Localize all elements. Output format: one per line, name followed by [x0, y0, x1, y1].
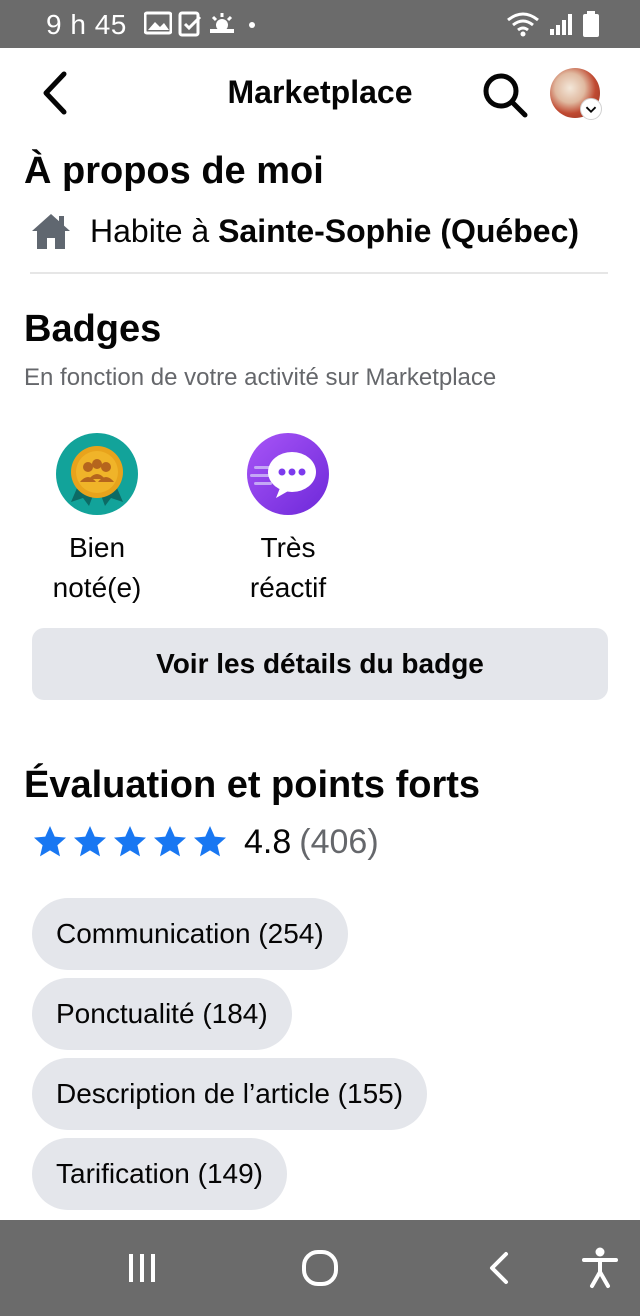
accessibility-icon[interactable] — [576, 1244, 624, 1292]
badge-details-button[interactable]: Voir les détails du badge — [32, 628, 608, 700]
recent-apps-icon[interactable] — [118, 1244, 166, 1292]
navigation-bar — [0, 1220, 640, 1316]
check-icon — [178, 11, 202, 37]
lives-in-prefix: Habite à — [90, 212, 219, 249]
badges-subtitle: En fonction de votre activité sur Market… — [24, 364, 497, 391]
nav-back-icon[interactable] — [476, 1244, 524, 1292]
home-circle-icon[interactable] — [296, 1244, 344, 1292]
dot-icon — [249, 22, 255, 28]
badge-label-line1: Bien — [68, 532, 126, 563]
strength-chip[interactable]: Description de l’article (155) — [32, 1058, 428, 1130]
wifi-icon — [507, 12, 539, 37]
status-icons-left — [144, 11, 262, 37]
weather-icon — [210, 13, 234, 33]
star-icon — [194, 826, 226, 857]
divider — [30, 272, 608, 274]
badge-label-line2: réactif — [249, 572, 327, 603]
strength-chip[interactable]: Communication (254) — [32, 898, 348, 970]
highly-rated-badge-icon — [56, 433, 138, 515]
star-icon — [154, 826, 186, 857]
status-time: 9 h 45 — [46, 9, 127, 40]
house-icon — [32, 214, 70, 249]
badge-very-responsive[interactable]: Très réactif — [203, 432, 373, 608]
status-bar: 9 h 45 — [0, 0, 640, 48]
search-icon[interactable] — [480, 70, 530, 120]
star-icon — [74, 826, 106, 857]
strength-chip[interactable]: Ponctualité (184) — [32, 978, 292, 1050]
rating-value: 4.8 — [244, 822, 292, 861]
signal-icon — [550, 14, 572, 35]
rating-row: 4.8 (406) — [32, 820, 379, 864]
star-icon — [34, 826, 66, 857]
status-icons-right — [506, 10, 600, 38]
badge-highly-rated[interactable]: Bien noté(e) — [12, 432, 182, 608]
star-icon — [114, 826, 146, 857]
page-title-text: Marketplace — [227, 74, 413, 110]
lives-in-row: Habite à Sainte-Sophie (Québec) — [30, 208, 579, 254]
rating-count: (406) — [299, 822, 379, 861]
about-heading: À propos de moi — [24, 150, 324, 192]
city-name: Sainte-Sophie (Québec) — [218, 212, 580, 249]
chevron-down-icon[interactable] — [580, 98, 602, 120]
badge-label-line1: Très — [260, 532, 316, 563]
badges-heading: Badges — [24, 308, 162, 350]
very-responsive-badge-icon — [247, 433, 329, 515]
badge-label: Très réactif — [203, 528, 373, 608]
lives-in-text: Habite à Sainte-Sophie (Québec) — [90, 213, 579, 250]
strength-chip[interactable]: Tarification (149) — [32, 1138, 287, 1210]
badge-label: Bien noté(e) — [12, 528, 182, 608]
badge-label-line2: noté(e) — [52, 572, 142, 603]
app-header: Marketplace — [0, 48, 640, 140]
page-title: Marketplace — [0, 74, 640, 111]
rating-heading: Évaluation et points forts — [24, 764, 481, 806]
battery-icon — [583, 11, 599, 37]
gallery-icon — [144, 11, 172, 35]
